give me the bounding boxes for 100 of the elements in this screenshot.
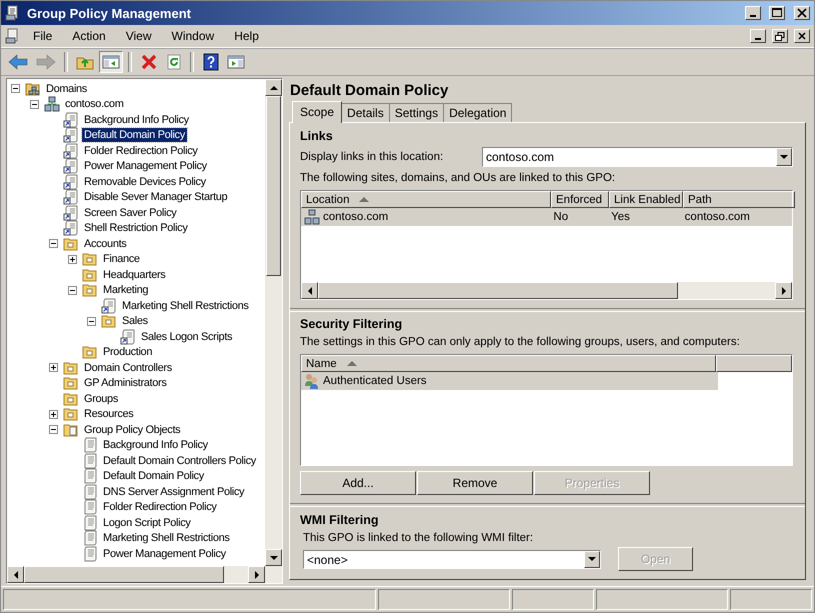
tree-item[interactable]: Power Management Policy	[101, 546, 228, 561]
tree-item[interactable]: Finance	[101, 252, 142, 266]
gpo-link-icon	[63, 112, 79, 128]
table-row[interactable]: contoso.com No Yes contoso.com	[301, 208, 792, 226]
scroll-left-button[interactable]	[7, 566, 24, 583]
tree-item[interactable]: Removable Devices Policy	[82, 174, 208, 189]
collapse-toggle[interactable]	[30, 100, 39, 109]
push-button[interactable]: Add...	[300, 471, 416, 495]
scroll-thumb[interactable]	[24, 566, 224, 583]
expand-toggle[interactable]	[68, 254, 77, 264]
description-text: This GPO is linked to the following WMI filter:	[302, 532, 534, 544]
tree-item[interactable]: Marketing	[101, 283, 150, 298]
tree-item[interactable]: Logon Script Policy	[101, 516, 193, 530]
tree-item[interactable]: Background Info Policy	[82, 112, 191, 127]
gpo-link-icon	[120, 328, 136, 345]
tree-item[interactable]: Group Policy Objects	[82, 422, 182, 437]
field-label: Display links in this location:	[300, 151, 444, 163]
scrollbar[interactable]	[7, 566, 282, 583]
scroll-thumb[interactable]	[318, 282, 678, 299]
tree-item[interactable]: Default Domain Policy	[82, 128, 187, 142]
tree-item[interactable]: Shell Restriction Policy	[82, 221, 190, 236]
section-heading: Links	[300, 129, 334, 143]
folder-icon	[101, 313, 117, 330]
folder-icon	[63, 406, 79, 422]
tree-item[interactable]: Resources	[82, 407, 136, 422]
menu-item[interactable]: Window	[164, 27, 222, 45]
menu-item[interactable]: Action	[64, 27, 114, 45]
domains-folder-icon	[25, 80, 41, 97]
collapse-toggle[interactable]	[68, 286, 77, 295]
tree-item[interactable]: Folder Redirection Policy	[101, 500, 219, 514]
section-heading: WMI Filtering	[300, 513, 380, 527]
expand-toggle[interactable]	[49, 410, 58, 419]
tree-item[interactable]: Marketing Shell Restrictions	[120, 298, 251, 313]
tree-item[interactable]: Sales	[120, 314, 150, 328]
section-heading: Security Filtering	[300, 317, 404, 331]
menu-item[interactable]: Help	[226, 27, 267, 45]
links-table[interactable]: Location Enforced Link Enabled Path contoso.com No Yes contoso.com	[300, 190, 793, 300]
tree-item[interactable]: Accounts	[82, 236, 128, 251]
tree-item[interactable]: Default Domain Controllers Policy	[101, 454, 258, 468]
collapse-toggle[interactable]	[49, 239, 58, 248]
tree-item[interactable]: Marketing Shell Restrictions	[101, 531, 232, 546]
scroll-right-button[interactable]	[248, 566, 265, 583]
menu-item[interactable]: File	[25, 27, 60, 45]
details-title: Default Domain Policy	[289, 82, 450, 101]
column-header[interactable]: Enforced	[551, 191, 609, 208]
scroll-left-button[interactable]	[301, 282, 318, 299]
scroll-down-button[interactable]	[265, 549, 282, 566]
tree-item[interactable]: Groups	[82, 392, 120, 406]
expand-toggle[interactable]	[49, 363, 58, 372]
tree-item[interactable]: GP Administrators	[82, 376, 168, 390]
security-list[interactable]: Name Authenticated Users	[300, 354, 793, 466]
tree-item[interactable]: Power Management Policy	[82, 159, 209, 174]
tree-item[interactable]: Screen Saver Policy	[82, 206, 178, 220]
restore-button[interactable]	[772, 29, 788, 43]
tree-item[interactable]: contoso.com	[63, 97, 126, 112]
collapse-toggle[interactable]	[11, 84, 20, 94]
tree-item[interactable]: Domains	[44, 82, 89, 96]
gpo-link-icon	[63, 174, 79, 190]
tree-item[interactable]: Headquarters	[101, 268, 168, 282]
close-button[interactable]	[794, 6, 810, 20]
location-dropdown[interactable]: contoso.com	[482, 147, 793, 167]
scroll-thumb[interactable]	[266, 96, 281, 276]
gpo-link-icon	[63, 127, 79, 144]
scroll-icon	[82, 484, 98, 500]
push-button[interactable]: Remove	[417, 471, 533, 495]
tab[interactable]: Settings	[388, 103, 444, 122]
folder-icon	[82, 251, 98, 268]
table-row[interactable]: Authenticated Users	[301, 372, 718, 390]
minimize-button[interactable]	[750, 29, 766, 43]
scrollbar[interactable]	[265, 79, 282, 566]
collapse-toggle[interactable]	[87, 316, 96, 326]
scroll-up-button[interactable]	[265, 79, 282, 96]
table-cell: No	[553, 211, 568, 223]
minimize-button[interactable]	[745, 6, 761, 20]
scroll-icon	[82, 514, 98, 531]
tree-toggle-button[interactable]	[99, 51, 123, 73]
tree-item[interactable]: Background Info Policy	[101, 438, 210, 452]
tree-item[interactable]: DNS Server Assignment Policy	[101, 484, 246, 499]
collapse-toggle[interactable]	[49, 425, 58, 434]
tree-item[interactable]: Default Domain Policy	[101, 469, 206, 484]
tree-item[interactable]: Folder Redirection Policy	[82, 144, 200, 158]
tab[interactable]: Delegation	[443, 103, 512, 122]
tree-item[interactable]: Domain Controllers	[82, 360, 174, 375]
folder-icon	[63, 360, 79, 376]
wmi-filter-dropdown[interactable]: <none>	[303, 550, 601, 568]
maximize-button[interactable]	[769, 6, 785, 20]
close-button[interactable]	[794, 29, 810, 43]
gpo-link-icon	[63, 142, 79, 159]
scrollbar[interactable]	[301, 282, 792, 299]
menu-item[interactable]: View	[118, 27, 160, 45]
tab[interactable]: Scope	[292, 101, 342, 123]
tree-item[interactable]: Production	[101, 345, 154, 360]
close-icon	[798, 32, 806, 40]
table-cell: Yes	[611, 211, 630, 223]
column-header[interactable]: Path	[683, 191, 795, 208]
tree-item[interactable]: Sales Logon Scripts	[139, 330, 234, 344]
folder-icon	[82, 282, 98, 298]
tree-item[interactable]: Disable Sever Manager Startup	[82, 190, 230, 204]
column-header[interactable]: Link Enabled	[609, 191, 683, 208]
scroll-right-button[interactable]	[775, 282, 792, 299]
